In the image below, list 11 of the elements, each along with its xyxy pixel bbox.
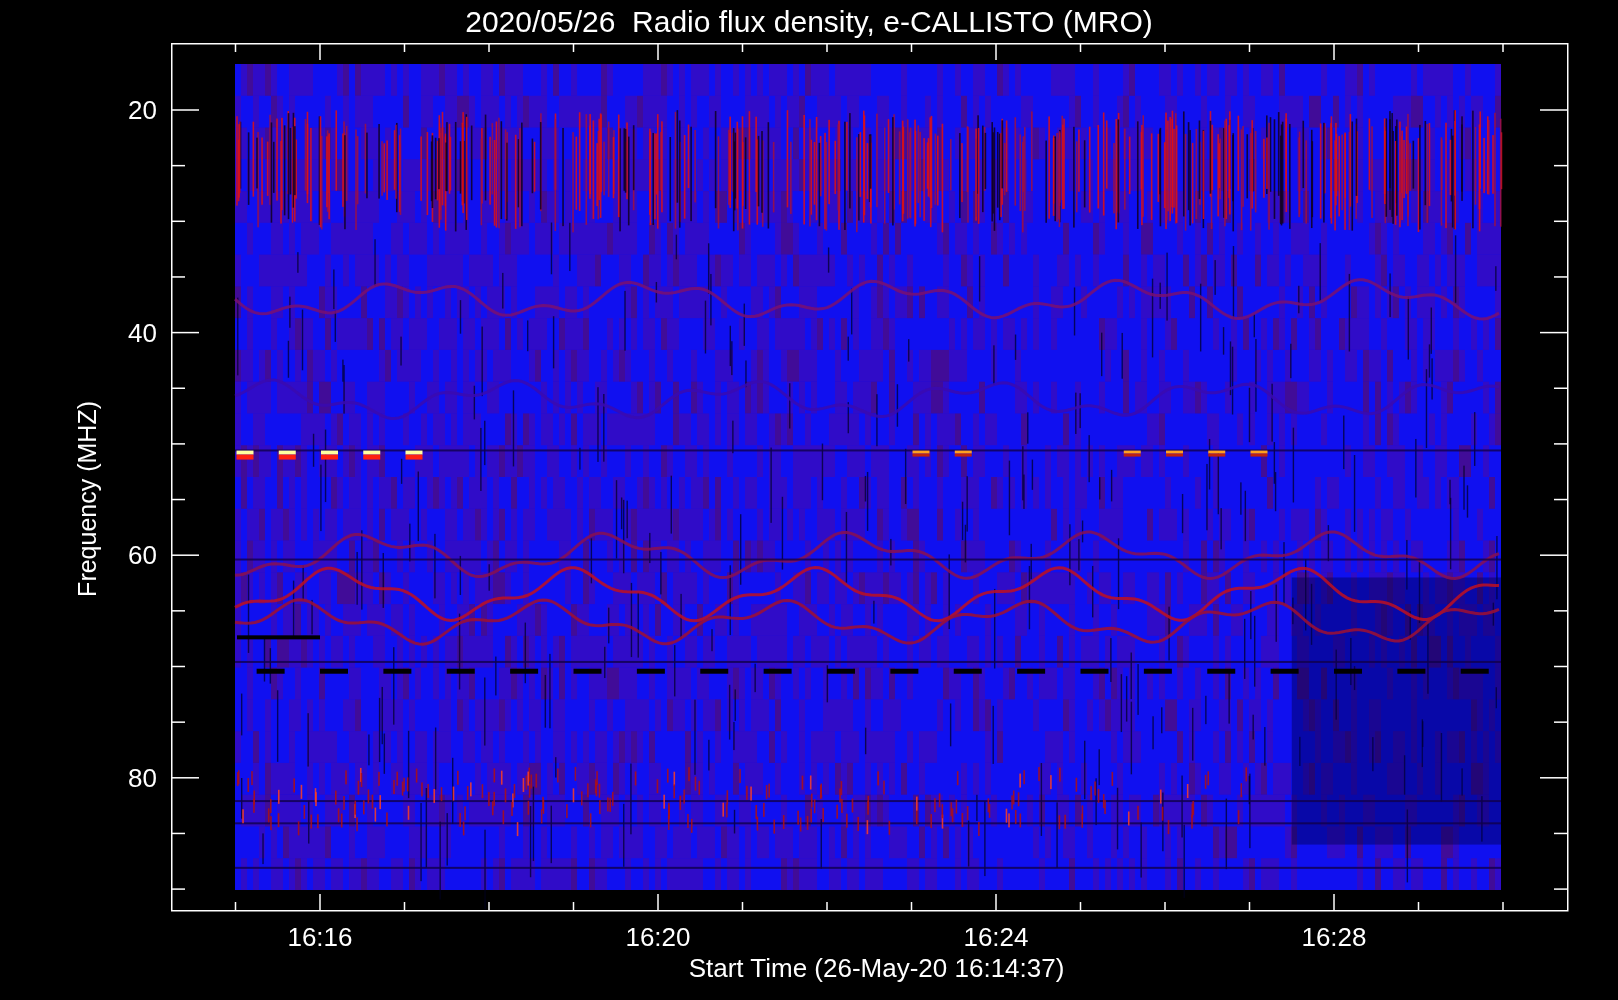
tick-label: 16:24 xyxy=(963,922,1029,952)
tick-label: 16:16 xyxy=(287,922,353,952)
tick-label: 40 xyxy=(128,317,157,348)
x-axis-label: Start Time (26-May-20 16:14:37) xyxy=(688,955,1065,981)
tick-label: 80 xyxy=(128,762,157,793)
tick-label: 60 xyxy=(128,540,157,571)
tick-label: 20 xyxy=(128,95,157,125)
chart-title: 2020/05/26 Radio flux density, e-CALLISTO (MRO) xyxy=(465,6,1153,37)
y-axis-label: Frequency (MHZ) xyxy=(75,401,100,597)
tick-label: 16:20 xyxy=(625,922,691,952)
tick-label: 16:28 xyxy=(1301,922,1367,952)
